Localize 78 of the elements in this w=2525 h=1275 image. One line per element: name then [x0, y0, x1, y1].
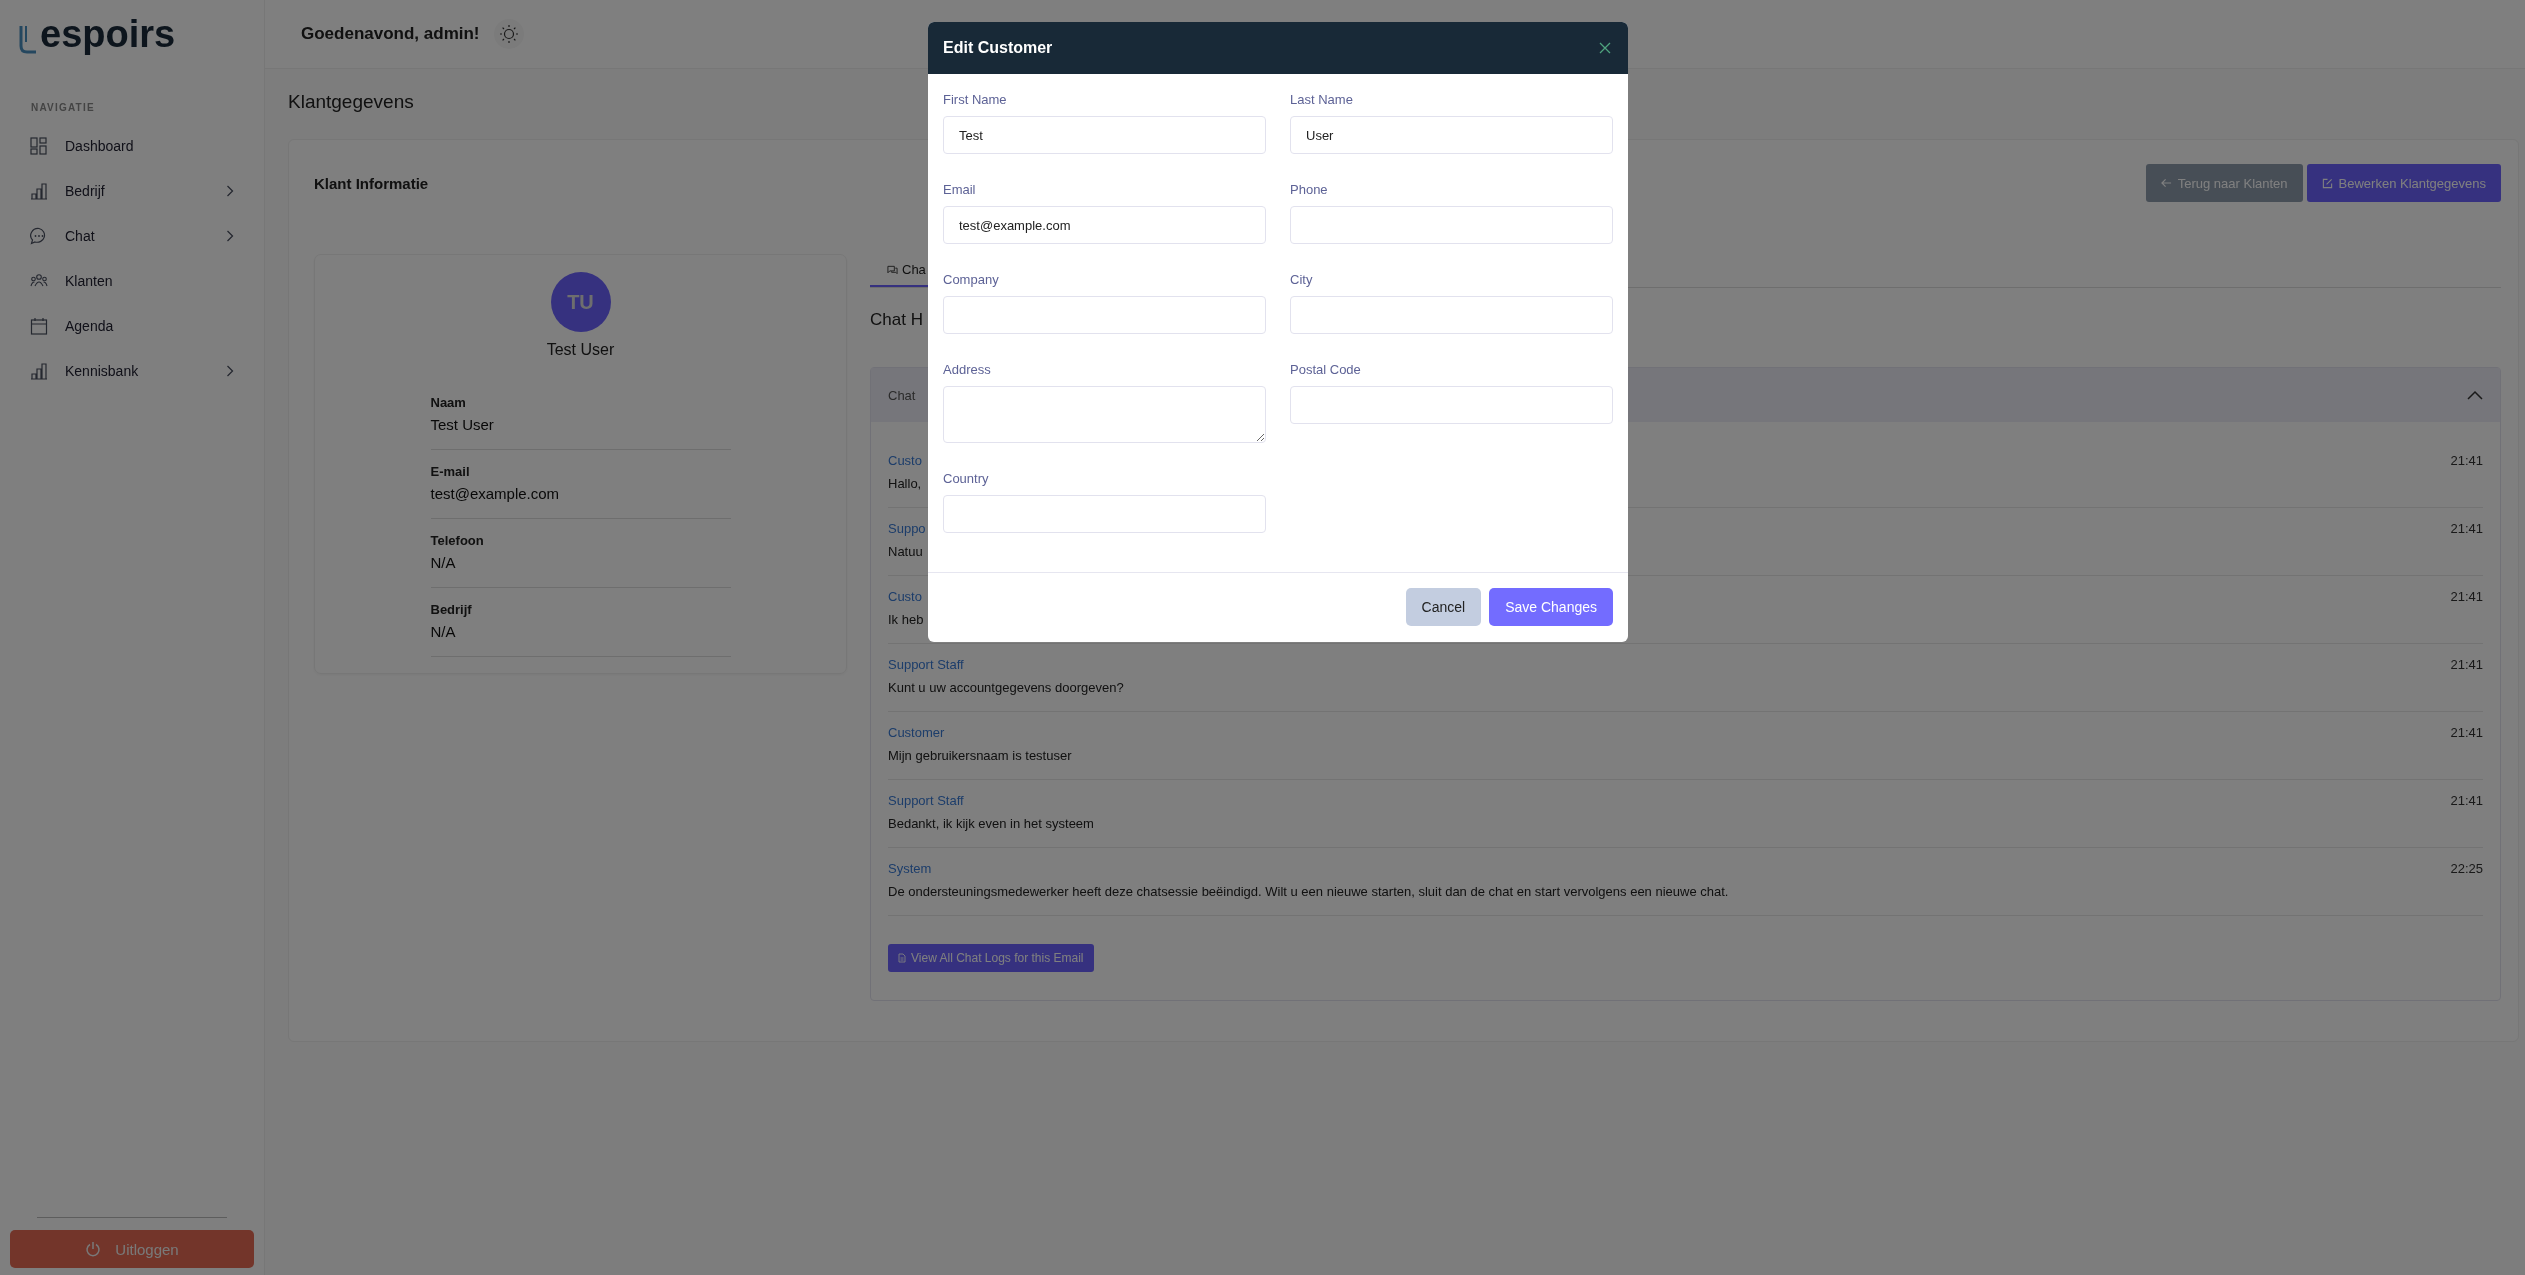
chat-bubble-icon	[30, 226, 48, 245]
text-field[interactable]: test@example.com	[943, 206, 1266, 244]
field-value: N/A	[430, 623, 457, 640]
sun-icon	[498, 24, 519, 44]
cancel-button[interactable]: Cancel	[1405, 588, 1482, 626]
field-label: Email	[943, 182, 977, 197]
message-sender: Custo	[888, 589, 922, 604]
edit-icon	[2321, 177, 2333, 189]
dialog-title: Edit Customer	[943, 39, 1053, 57]
document-icon	[898, 953, 906, 963]
message-text: Bedankt, ik kijk even in het systeem	[888, 816, 1094, 831]
nav-item[interactable]: Kennisbank	[0, 348, 264, 393]
nav-item[interactable]: Chat	[0, 213, 264, 258]
chat-bubbles-icon	[887, 264, 898, 275]
message-time: 21:41	[2450, 793, 2483, 808]
field-value: test@example.com	[430, 485, 561, 502]
message-time: 21:41	[2450, 453, 2483, 468]
text-field[interactable]	[1290, 296, 1613, 334]
field-label: Last Name	[1290, 92, 1354, 107]
text-field[interactable]	[943, 296, 1266, 334]
message-time: 22:25	[2450, 861, 2483, 876]
message-text: Hallo,	[888, 476, 922, 491]
message-time: 21:41	[2450, 521, 2483, 536]
field-label: Telefoon	[430, 533, 485, 548]
nav-item[interactable]: Klanten	[0, 258, 264, 303]
field-label: Phone	[1290, 182, 1329, 197]
message-time: 21:41	[2450, 725, 2483, 740]
close-button[interactable]	[1597, 40, 1613, 56]
page-title: Klantgegevens	[288, 91, 414, 113]
avatar: TU	[550, 272, 611, 332]
field-label: Naam	[430, 395, 467, 410]
text-field[interactable]: Test	[943, 116, 1266, 154]
field-value: Test User	[430, 416, 495, 433]
message-text: Mijn gebruikersnaam is testuser	[888, 748, 1072, 763]
message-text: Kunt u uw accountgegevens doorgeven?	[888, 680, 1124, 695]
field-label: E-mail	[430, 464, 471, 479]
text-field[interactable]	[943, 495, 1266, 533]
field-label: Company	[943, 272, 1000, 287]
save-button[interactable]: Save Changes	[1489, 588, 1613, 626]
message-time: 21:41	[2450, 589, 2483, 604]
nav-item[interactable]: Dashboard	[0, 123, 264, 168]
message-sender: Support Staff	[888, 793, 964, 808]
arrow-left-icon	[2160, 178, 2172, 188]
message-sender: Support Staff	[888, 657, 964, 672]
calendar-icon	[30, 316, 48, 335]
bar-chart-icon	[30, 361, 48, 380]
message-text: Ik heb	[888, 612, 924, 627]
view-chat-logs-button[interactable]: View All Chat Logs for this Email	[888, 944, 1094, 972]
nav-section-title: NAVIGATIE	[30, 101, 96, 113]
message-text: Natuu	[888, 544, 923, 559]
theme-toggle-button[interactable]	[493, 19, 524, 49]
message-sender: Suppo	[888, 521, 926, 536]
grid-icon	[30, 136, 48, 155]
nav-item[interactable]: Agenda	[0, 303, 264, 348]
field-label: First Name	[943, 92, 1008, 107]
card-title: Klant Informatie	[314, 174, 429, 192]
field-label: City	[1290, 272, 1314, 287]
field-label: Country	[943, 471, 990, 486]
field-value: N/A	[430, 554, 457, 571]
logo-icon	[18, 24, 38, 54]
message-sender: Custo	[888, 453, 922, 468]
logo-text: espoirs	[40, 14, 176, 54]
field-label: Bedrijf	[430, 602, 473, 617]
edit-button[interactable]: Bewerken Klantgegevens	[2306, 164, 2501, 202]
text-field[interactable]	[1290, 386, 1613, 424]
greeting-text: Goedenavond, admin!	[301, 24, 480, 44]
message-time: 21:41	[2450, 657, 2483, 672]
bar-chart-icon	[30, 181, 48, 200]
text-field[interactable]	[1290, 206, 1613, 244]
message-text: De ondersteuningsmedewerker heeft deze chatsessie beëindigd. Wilt u een nieuwe starten, sluit dan de chat en start vervolgens een nieuwe chat.	[888, 884, 1729, 899]
nav-item[interactable]: Bedrijf	[0, 168, 264, 213]
power-icon	[85, 1241, 102, 1257]
address-field[interactable]	[943, 386, 1266, 443]
customer-name: Test User	[546, 341, 615, 359]
section-heading: Chat H	[870, 310, 923, 330]
text-field[interactable]: User	[1290, 116, 1613, 154]
message-sender: System	[888, 861, 932, 876]
message-sender: Customer	[888, 725, 945, 740]
